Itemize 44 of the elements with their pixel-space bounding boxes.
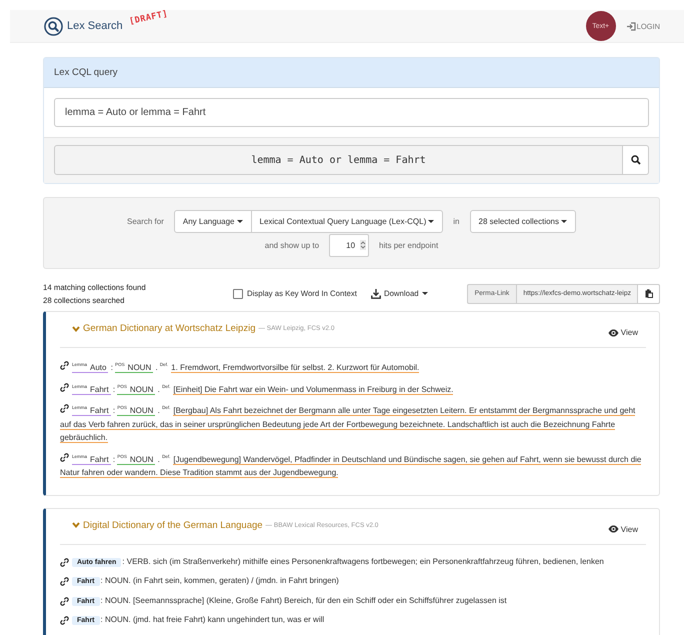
hits-input[interactable]: 10 (329, 234, 370, 257)
search-icon (630, 155, 640, 165)
query-display[interactable]: lemma = Auto or lemma = Fahrt (54, 145, 623, 175)
spinner-icon (360, 240, 366, 250)
collections-dropdown[interactable]: 28 selected collections (470, 210, 576, 233)
eye-icon (608, 525, 619, 533)
copy-button[interactable] (638, 284, 660, 304)
search-button[interactable] (623, 145, 649, 175)
query-input[interactable]: lemma = Auto or lemma = Fahrt (54, 98, 649, 127)
panel-title: Lex CQL query (54, 67, 118, 78)
chevron-icon[interactable] (72, 324, 80, 332)
link-icon[interactable] (60, 558, 69, 566)
link-icon[interactable] (60, 616, 69, 625)
link-icon[interactable] (60, 596, 69, 606)
search-for-label: Search for (126, 217, 164, 226)
clipboard-icon (644, 289, 653, 298)
link-icon[interactable] (60, 361, 69, 370)
search-icon[interactable] (44, 16, 63, 36)
view-link[interactable]: View (608, 328, 638, 337)
hits-label: hits per endpoint (379, 241, 438, 250)
login-icon (626, 22, 636, 30)
chevron-icon[interactable] (72, 521, 80, 529)
caret-icon (428, 220, 434, 223)
link-icon[interactable] (60, 382, 69, 392)
in-label: in (453, 217, 460, 226)
language-dropdown[interactable]: Any Language (174, 210, 252, 233)
link-icon[interactable] (60, 577, 69, 586)
entry-text: : NOUN. (in Fahrt sein, kommen, geraten) / (jmdn. in Fahrt bringen) (100, 576, 339, 585)
collection-title[interactable]: German Dictionary at Wortschatz Leipzig (83, 323, 256, 334)
entry-text: : VERB. sich (im Straßenverkehr) mithilfe eines Personenkraftwagens fortbewegen; ein Personenkraftfahrzeug führen, bedienen, lenken (122, 556, 604, 566)
view-link[interactable]: View (608, 524, 638, 534)
collection-title[interactable]: Digital Dictionary of the German Language (83, 520, 263, 530)
caret-icon (236, 220, 242, 223)
query-language-dropdown[interactable]: Lexical Contextual Query Language (Lex-CQL) (252, 210, 444, 233)
caret-icon (561, 220, 567, 223)
entry-text: : NOUN. (jmd. hat freie Fahrt) kann ungehindert tun, was er will (100, 615, 324, 624)
link-icon[interactable] (60, 404, 69, 413)
link-icon[interactable] (60, 452, 69, 462)
eye-icon (608, 328, 619, 336)
show-up-to-label: and show up to (264, 241, 320, 250)
entry-text: : NOUN. [Seemannssprache] (Kleine, Große Fahrt) Bereich, für den ein Schiff oder ein Schiffsführer zugelassen ist (100, 596, 507, 604)
download-icon (370, 288, 381, 298)
brand-link[interactable]: Lex Search (67, 20, 123, 32)
caret-icon (422, 292, 428, 295)
